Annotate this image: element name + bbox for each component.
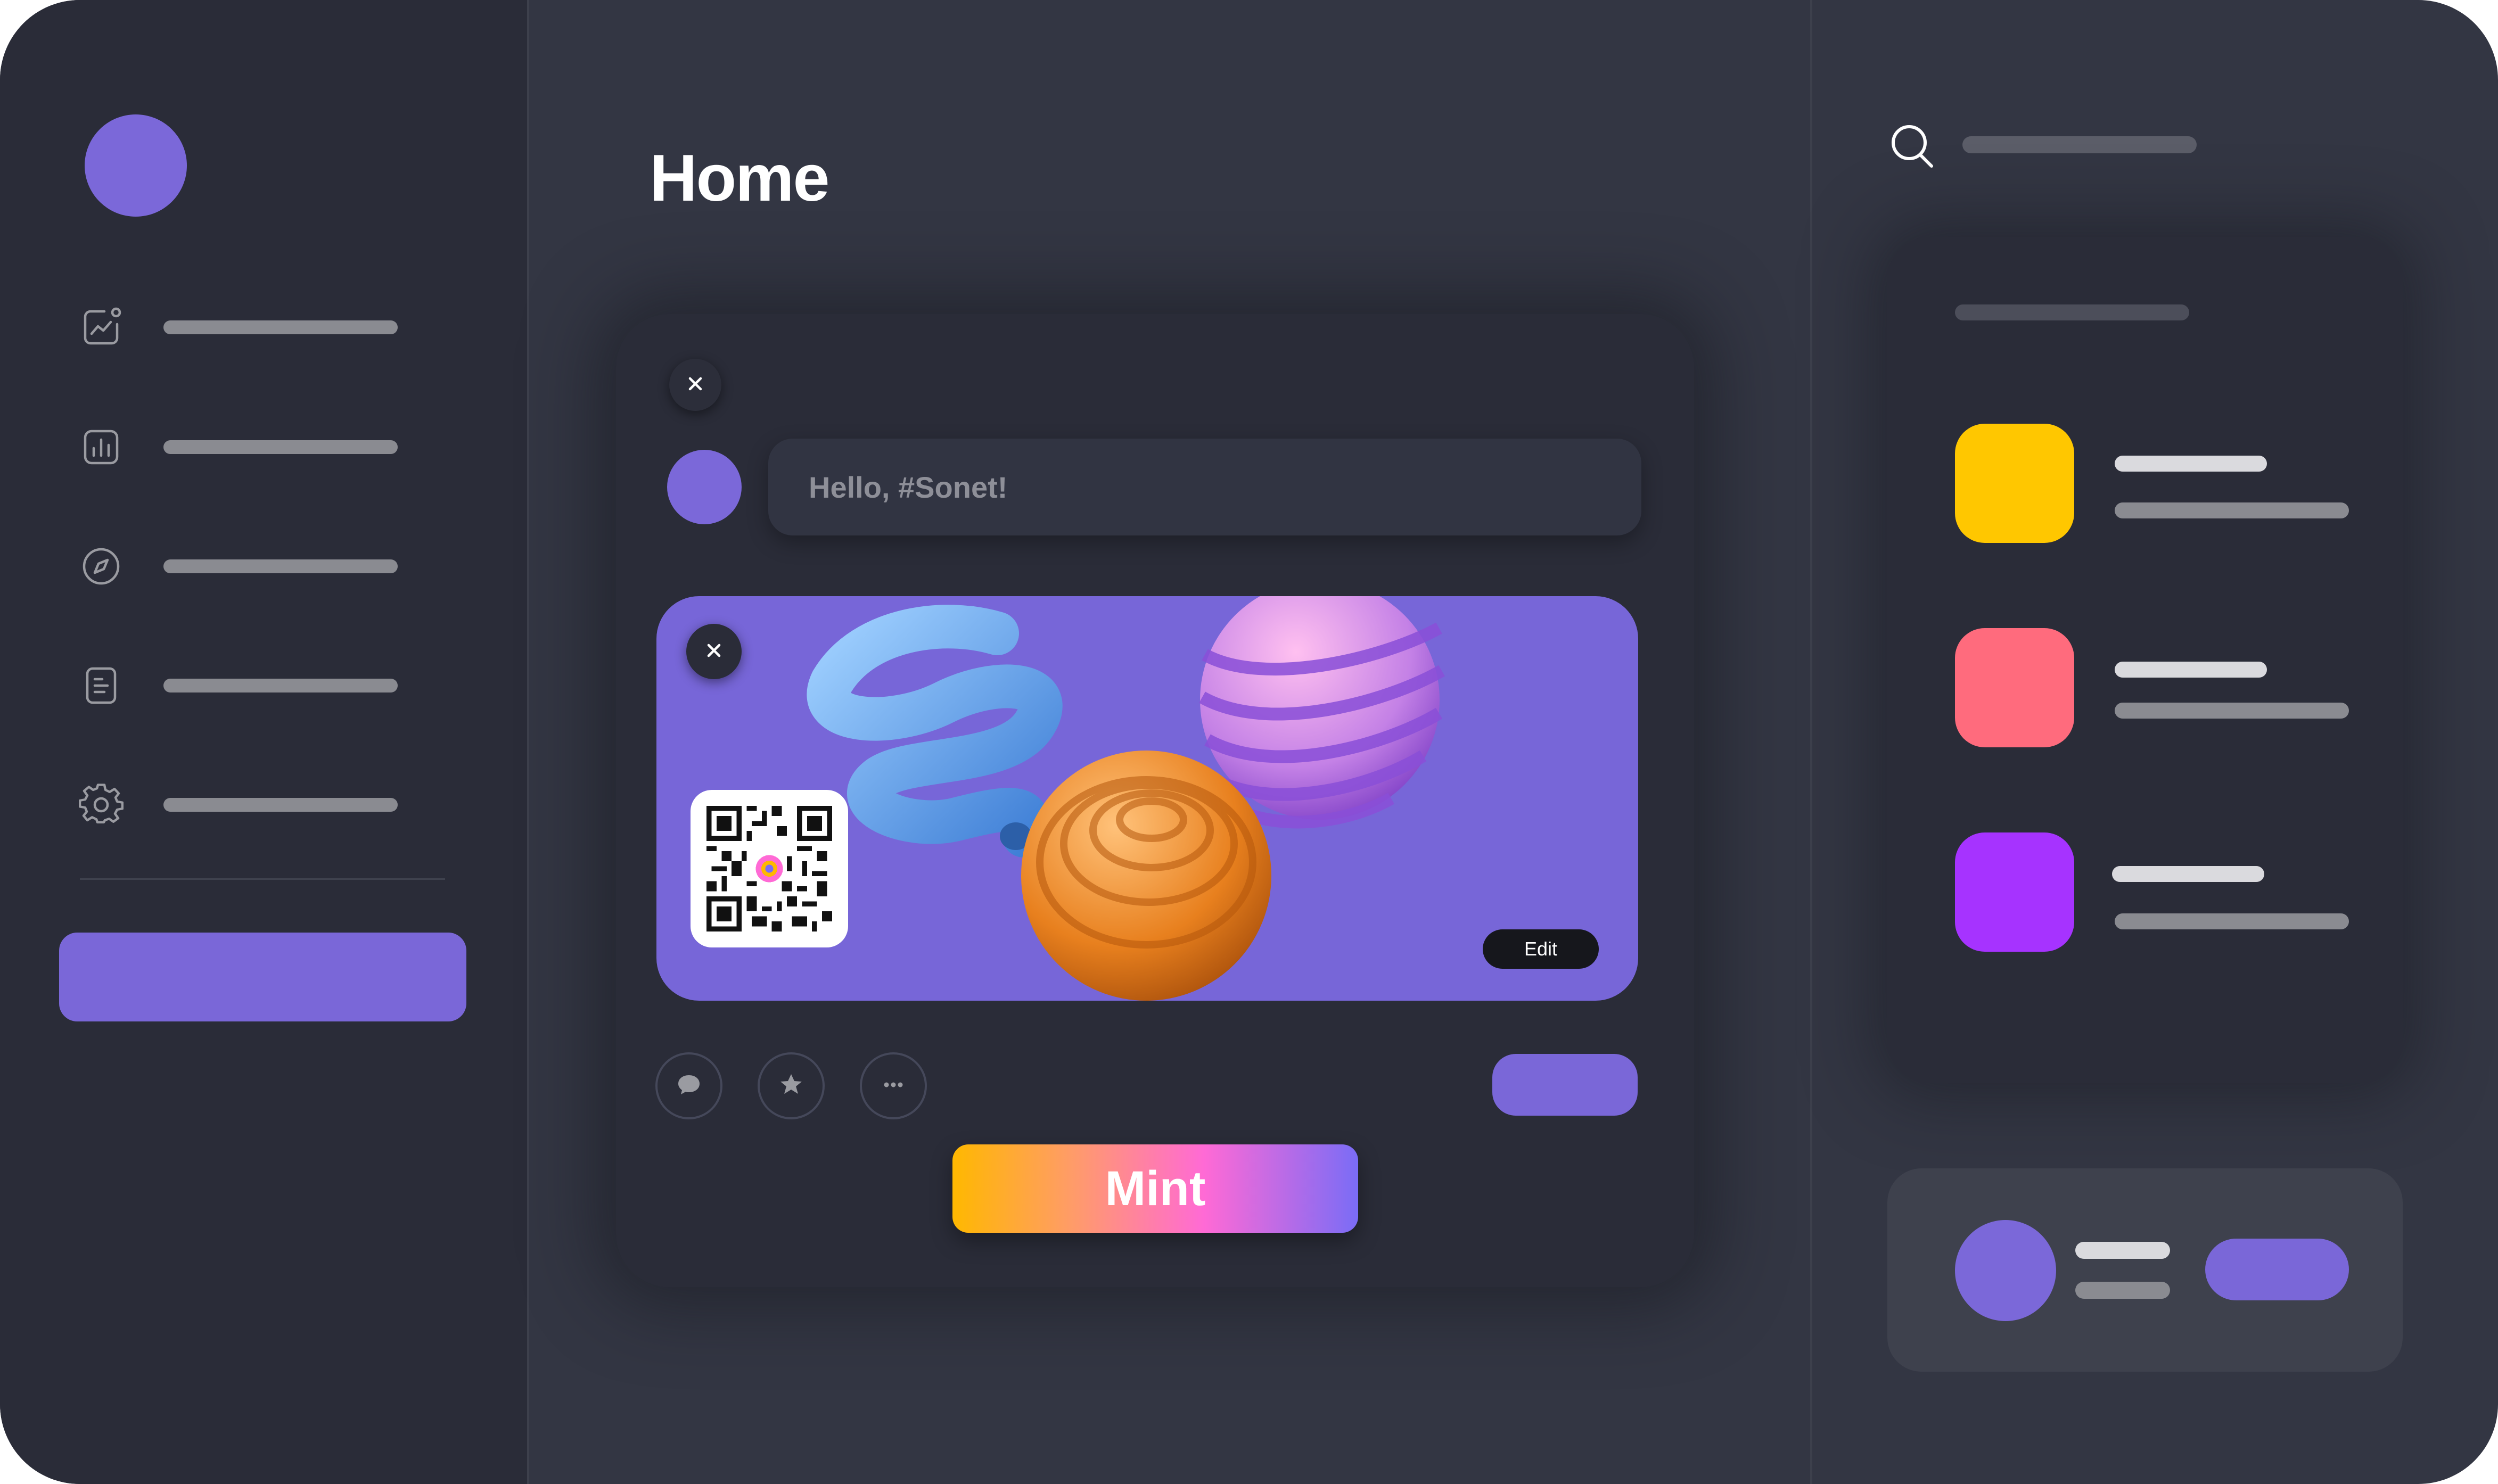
sidebar-item-label <box>163 440 398 454</box>
sidebar-primary-button[interactable] <box>59 933 466 1021</box>
edit-media-button[interactable]: Edit <box>1483 929 1599 969</box>
sidebar-item-label <box>163 798 398 812</box>
sidebar-item-label <box>163 320 398 334</box>
remove-media-button[interactable] <box>686 624 742 679</box>
bar-chart-icon <box>79 425 124 469</box>
suggestions-heading <box>1955 304 2189 320</box>
compass-icon <box>79 544 124 589</box>
list-item-tile-red[interactable] <box>1955 628 2074 747</box>
mint-button[interactable]: Mint <box>952 1144 1358 1233</box>
list-item-subtitle <box>2115 913 2349 929</box>
profile-handle <box>2075 1282 2170 1299</box>
settings-gear-icon <box>79 782 124 827</box>
comment-button[interactable] <box>655 1052 722 1119</box>
comment-icon <box>675 1071 703 1101</box>
qr-code <box>691 790 848 947</box>
list-item-tile-yellow[interactable] <box>1955 424 2074 543</box>
page-title: Home <box>650 142 830 215</box>
more-options-button[interactable] <box>860 1052 927 1119</box>
sidebar-item-documents[interactable] <box>79 664 398 707</box>
activity-chart-icon <box>79 305 124 350</box>
more-dots-icon <box>880 1071 907 1101</box>
sidebar <box>0 0 529 1484</box>
follow-button[interactable] <box>2205 1239 2349 1300</box>
post-composer: Hello, #Sonet! Edit Mint <box>616 314 1694 1287</box>
sidebar-item-label <box>163 559 398 573</box>
star-button[interactable] <box>758 1052 825 1119</box>
sidebar-item-explore[interactable] <box>79 545 398 588</box>
list-item-title <box>2115 662 2267 678</box>
close-icon <box>686 375 704 395</box>
list-item-title <box>2112 866 2264 882</box>
list-item-subtitle <box>2115 703 2349 719</box>
profile-name <box>2075 1242 2170 1259</box>
composer-avatar <box>667 450 742 524</box>
media-attachment: Edit <box>656 596 1638 1001</box>
post-secondary-button[interactable] <box>1492 1054 1638 1116</box>
close-icon <box>705 641 723 662</box>
close-composer-button[interactable] <box>669 359 721 411</box>
list-item-tile-purple[interactable] <box>1955 832 2074 952</box>
search-icon[interactable] <box>1889 122 1937 170</box>
list-item-subtitle <box>2115 502 2349 518</box>
sidebar-item-stats[interactable] <box>79 426 398 468</box>
user-avatar[interactable] <box>85 114 187 217</box>
search-input[interactable] <box>1962 136 2197 153</box>
sidebar-item-activity[interactable] <box>79 306 398 349</box>
document-icon <box>79 663 124 708</box>
sidebar-divider <box>80 878 445 880</box>
sidebar-item-settings[interactable] <box>79 784 398 826</box>
list-item-title <box>2115 456 2267 472</box>
profile-avatar[interactable] <box>1955 1220 2056 1321</box>
post-text-input[interactable]: Hello, #Sonet! <box>768 439 1641 535</box>
sidebar-item-label <box>163 679 398 692</box>
star-icon <box>777 1071 805 1101</box>
app-window: Home Hello, #Sonet! Edit Mint <box>0 0 2498 1484</box>
